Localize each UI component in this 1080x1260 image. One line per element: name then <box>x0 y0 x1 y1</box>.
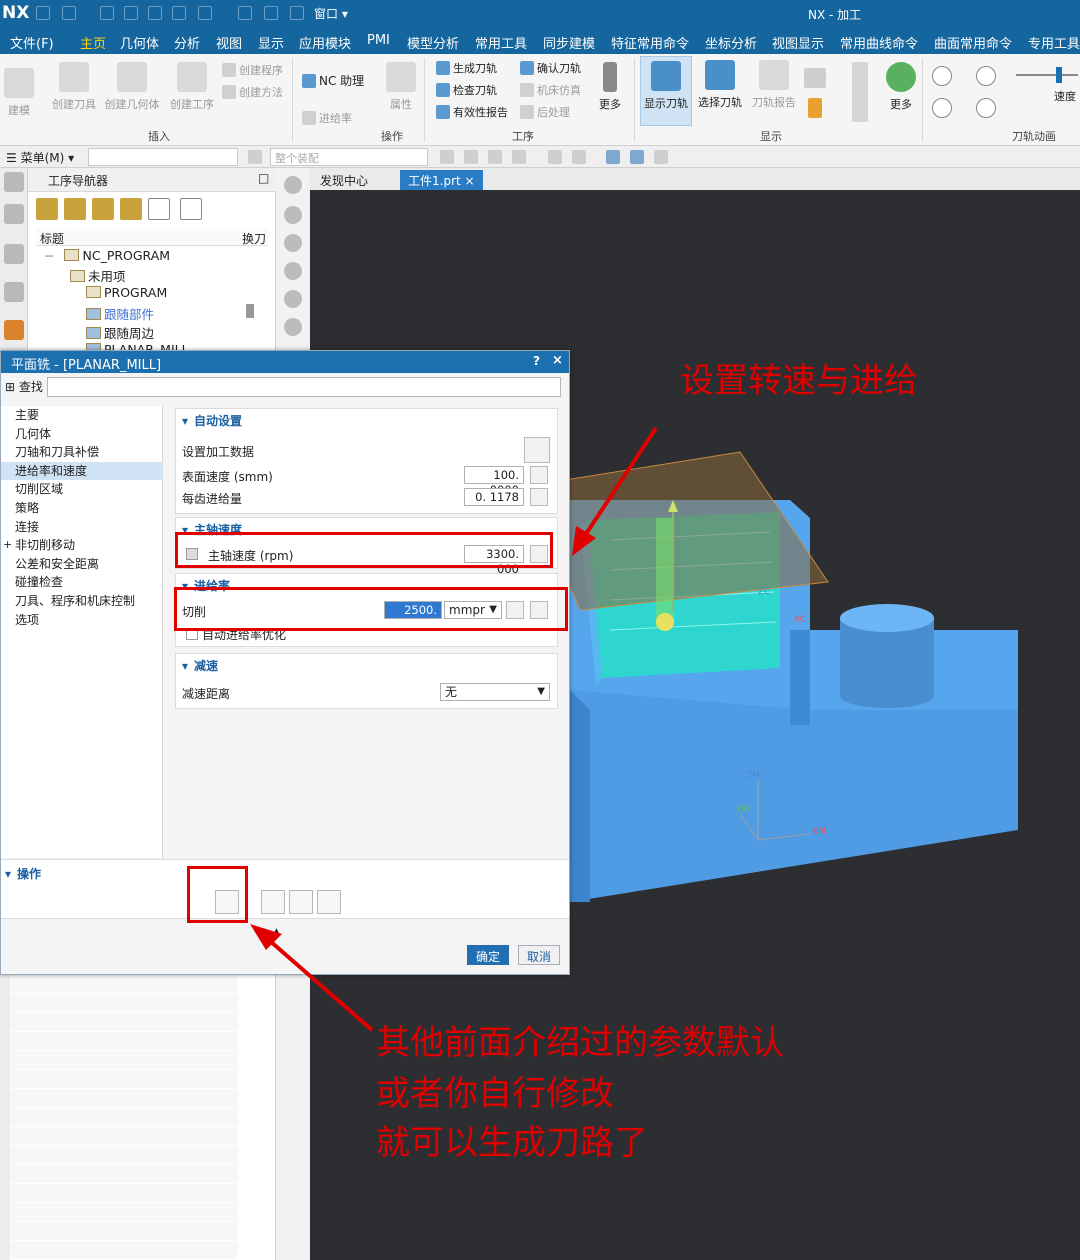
bottom-arrow-shaft <box>260 932 374 1032</box>
annotation-top: 设置转速与进给 <box>680 361 918 401</box>
annotation-bottom-2: 或者你自行修改 <box>376 1074 614 1114</box>
annotation-bottom-3: 就可以生成刀路了 <box>376 1123 648 1163</box>
top-arrow-shaft <box>580 426 658 542</box>
annotation-bottom-1: 其他前面介绍过的参数默认 <box>376 1023 784 1063</box>
top-arrow-head <box>572 526 596 556</box>
